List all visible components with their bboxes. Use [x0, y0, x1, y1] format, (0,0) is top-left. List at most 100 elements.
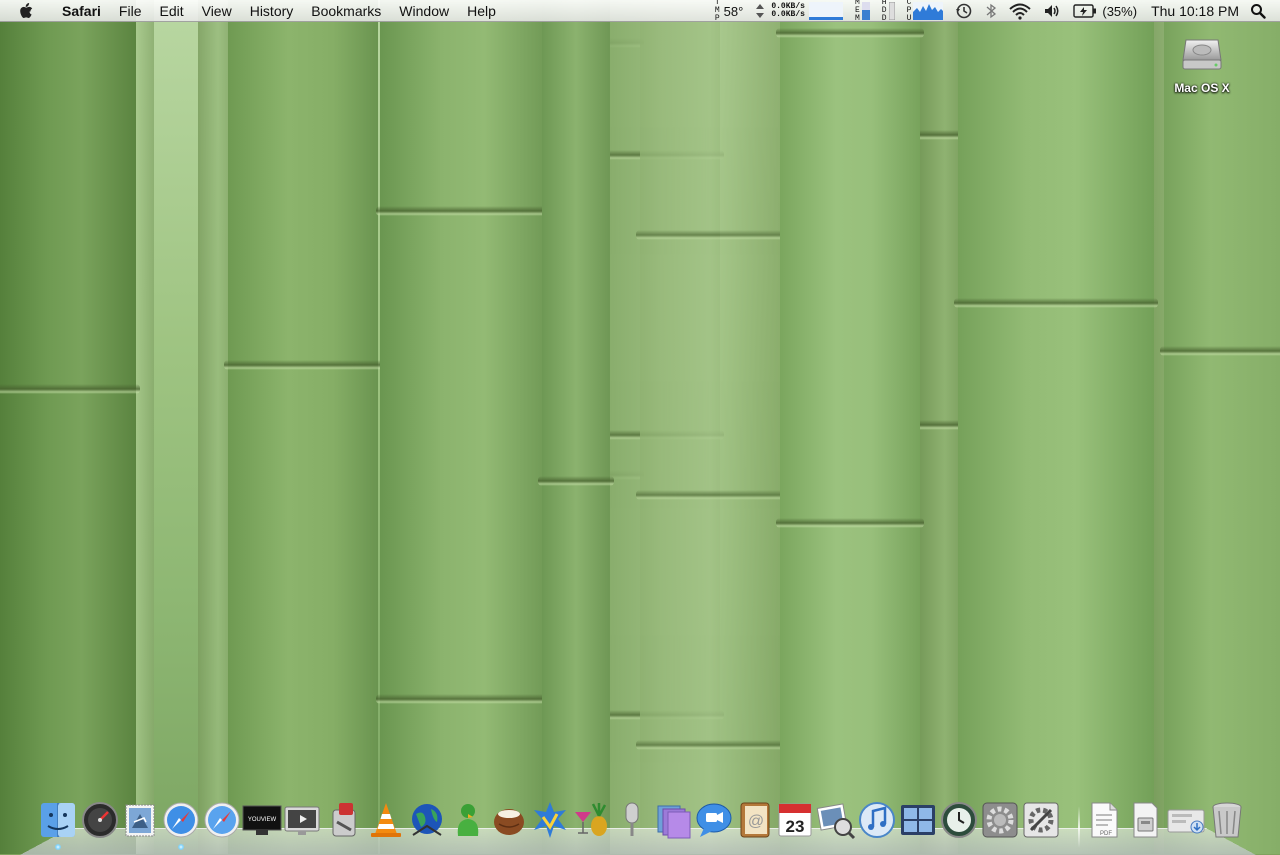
temperature-label: T M P	[715, 0, 720, 23]
temperature-extra[interactable]: T M P 58°	[715, 0, 743, 23]
menu-history[interactable]: History	[241, 0, 303, 22]
safari-compass-icon	[163, 802, 199, 838]
dock-item-time-machine[interactable]	[939, 800, 979, 840]
safari-compass-icon	[204, 802, 240, 838]
dock-item-coconut[interactable]	[489, 800, 529, 840]
svg-text:PDF: PDF	[1100, 831, 1112, 837]
memory-label: M E M	[855, 0, 860, 23]
battery-extra[interactable]: (35%)	[1073, 4, 1137, 19]
finder-icon	[41, 803, 75, 837]
cocktail-pineapple-icon	[575, 803, 607, 836]
dock-item-automator[interactable]	[324, 800, 364, 840]
desktop-wallpaper	[0, 0, 1280, 854]
bluetooth-icon[interactable]	[985, 2, 997, 20]
dock-item-ichat[interactable]	[694, 800, 734, 840]
dock-item-address-book[interactable]: @	[735, 800, 775, 840]
disk-image-icon	[1133, 802, 1158, 838]
cpu-letter: U	[906, 14, 912, 23]
network-extra[interactable]: 0.0KB/s 0.0KB/s	[755, 2, 843, 20]
battery-icon	[1073, 4, 1097, 18]
spaces-grid-icon	[901, 805, 935, 835]
dock-item-safari-2[interactable]	[202, 800, 242, 840]
dock-item-safari[interactable]	[161, 800, 201, 840]
dock-item-adium[interactable]	[448, 800, 488, 840]
microphone-icon	[625, 802, 639, 836]
time-machine-icon[interactable]	[955, 2, 973, 20]
automator-icon	[332, 803, 356, 837]
temperature-value: 58°	[723, 3, 744, 19]
mem-letter: M	[854, 14, 860, 23]
dock-item-system-preferences[interactable]	[980, 800, 1020, 840]
temp-letter: P	[714, 14, 720, 23]
chat-burst-icon	[534, 802, 566, 838]
cpu-label: C P U	[907, 0, 912, 23]
dock-stack-disk-image[interactable]	[1125, 800, 1165, 840]
dock-item-ical[interactable]: 23	[775, 800, 815, 840]
pdf-document-icon: PDF	[1091, 802, 1118, 838]
dock-item-cocktail[interactable]	[571, 800, 611, 840]
desktop-volume-mac-os-x[interactable]: Mac OS X	[1168, 30, 1236, 95]
dock-item-microphone[interactable]	[612, 800, 652, 840]
dashboard-icon	[82, 802, 118, 838]
menu-window[interactable]: Window	[390, 0, 458, 22]
menu-bar: Safari File Edit View History Bookmarks …	[0, 0, 1280, 23]
cpu-extra[interactable]: C P U	[907, 0, 944, 23]
calendar-day: 23	[786, 817, 805, 836]
dock-item-chat[interactable]	[530, 800, 570, 840]
disk-label: H D D	[882, 0, 887, 23]
battery-percent: (35%)	[1102, 3, 1138, 19]
running-indicator-finder	[55, 844, 61, 850]
dock-item-itunes[interactable]	[857, 800, 897, 840]
vlc-cone-icon	[371, 803, 401, 837]
dock-item-preview[interactable]	[816, 800, 856, 840]
menu-bookmarks[interactable]: Bookmarks	[302, 0, 390, 22]
dock-stack-trash[interactable]	[1207, 800, 1247, 840]
mail-stamp-icon	[125, 804, 155, 837]
network-rates: 0.0KB/s 0.0KB/s	[771, 3, 805, 19]
trash-icon	[1212, 802, 1242, 838]
dock-item-globe[interactable]	[407, 800, 447, 840]
address-book-icon: @	[740, 802, 770, 838]
dock-item-youview[interactable]: YOUVIEW	[242, 800, 282, 840]
menu-help[interactable]: Help	[458, 0, 505, 22]
cpu-graph-icon	[913, 2, 944, 20]
hdd-letter: D	[881, 14, 887, 23]
dock-item-finder[interactable]	[38, 800, 78, 840]
hard-drive-icon	[1182, 39, 1222, 70]
memory-graph-icon	[861, 2, 870, 20]
dock-item-spaces[interactable]	[654, 800, 694, 840]
menu-file[interactable]: File	[110, 0, 151, 22]
dock-stack-pdf[interactable]: PDF	[1084, 800, 1124, 840]
ichat-bubble-icon	[696, 803, 732, 837]
spaces-icon	[657, 805, 691, 839]
disk-extra[interactable]: H D D	[882, 0, 895, 23]
memory-extra[interactable]: M E M	[855, 0, 870, 23]
menu-app-name[interactable]: Safari	[53, 0, 110, 22]
menu-view[interactable]: View	[193, 0, 241, 22]
apple-icon[interactable]	[19, 3, 33, 19]
itunes-note-icon	[859, 802, 895, 838]
utility-gear-icon	[1023, 802, 1059, 838]
dock-item-mail[interactable]	[120, 800, 160, 840]
dock: YOUVIEW @ 23 PDF	[0, 800, 1280, 850]
dock-item-spaces-grid[interactable]	[898, 800, 938, 840]
coconut-icon	[494, 809, 524, 835]
dock-stack-downloads[interactable]	[1166, 800, 1206, 840]
time-machine-icon	[941, 802, 977, 838]
dock-item-dashboard[interactable]	[80, 800, 120, 840]
gear-icon	[982, 802, 1018, 838]
menu-clock[interactable]: Thu 10:18 PM	[1151, 3, 1239, 19]
preview-photos-icon	[816, 803, 856, 840]
globe-icon	[412, 804, 442, 836]
wifi-icon[interactable]	[1009, 2, 1032, 20]
updown-arrows-icon	[756, 4, 765, 18]
volume-label: Mac OS X	[1174, 81, 1230, 95]
dock-item-vlc[interactable]	[366, 800, 406, 840]
dock-item-utility[interactable]	[1021, 800, 1061, 840]
menu-edit[interactable]: Edit	[150, 0, 192, 22]
volume-icon[interactable]	[1043, 2, 1061, 20]
dock-item-frontrow[interactable]	[282, 800, 322, 840]
spotlight-icon[interactable]	[1250, 3, 1266, 19]
disk-graph-icon	[888, 2, 895, 20]
network-down-rate: 0.0KB/s	[771, 10, 805, 19]
